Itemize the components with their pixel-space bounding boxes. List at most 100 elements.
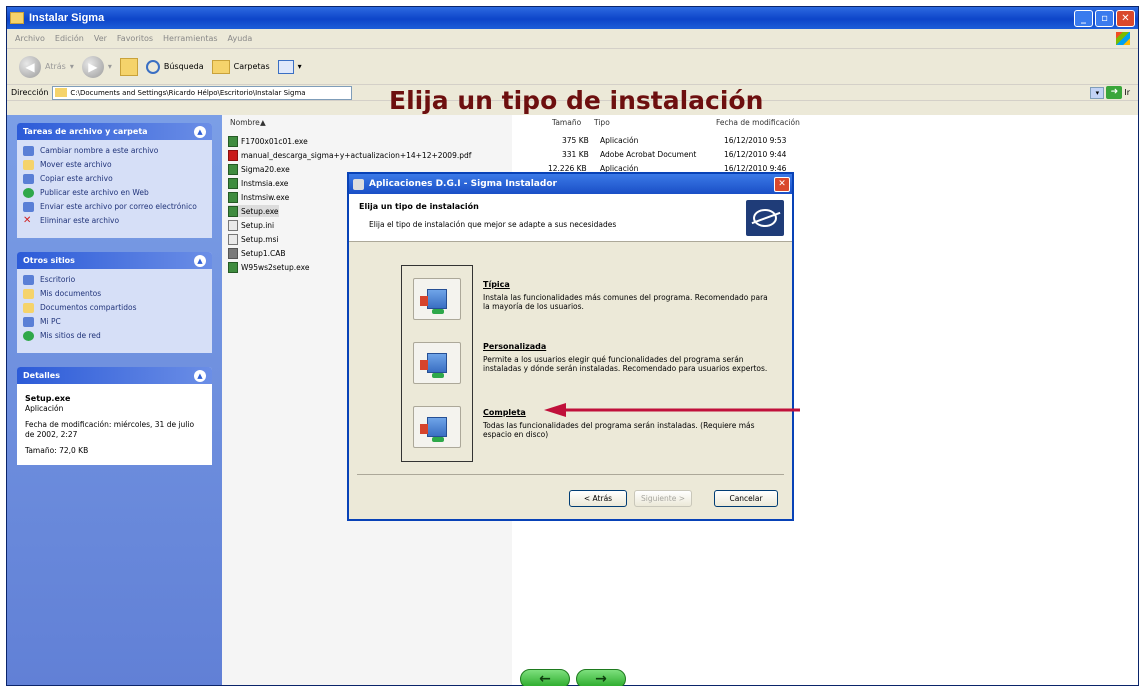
collapse-icon[interactable]: ▲	[194, 369, 206, 382]
folder-icon	[55, 88, 68, 97]
back-label: Atrás	[45, 62, 66, 71]
file-row-selected[interactable]: Setup.exe	[228, 205, 279, 217]
annotation-title: Elija un tipo de instalación	[389, 86, 764, 115]
up-folder-button[interactable]	[119, 57, 138, 76]
folders-button[interactable]: Carpetas	[211, 59, 270, 74]
collapse-icon[interactable]: ▲	[194, 254, 206, 267]
exe-file-icon	[228, 205, 238, 217]
my-documents-icon	[23, 289, 34, 299]
column-header-name[interactable]: Nombre	[230, 118, 260, 127]
task-label: Copiar este archivo	[40, 174, 113, 183]
search-button[interactable]: Búsqueda	[145, 59, 204, 74]
next-button[interactable]: Siguiente >	[634, 490, 692, 507]
file-type: Aplicación	[600, 136, 639, 145]
maximize-button[interactable]: ▫	[1095, 9, 1114, 27]
desktop-icon	[23, 275, 34, 285]
file-row[interactable]: Instmsiw.exe	[228, 191, 289, 203]
other-places-header[interactable]: Otros sitios ▲	[17, 252, 212, 269]
task-copy[interactable]: Copiar este archivo	[23, 174, 206, 184]
menu-edit[interactable]: Edición	[55, 34, 84, 43]
place-label: Documentos compartidos	[40, 303, 137, 312]
move-icon	[23, 160, 34, 170]
details-header[interactable]: Detalles ▲	[17, 367, 212, 384]
dialog-title-bar: Aplicaciones D.G.I - Sigma Instalador ✕	[349, 174, 792, 194]
menu-file[interactable]: Archivo	[15, 34, 45, 43]
dialog-close-button[interactable]: ✕	[774, 176, 790, 192]
sort-arrow-icon: ▲	[260, 118, 266, 127]
place-desktop[interactable]: Escritorio	[23, 275, 206, 285]
menu-view[interactable]: Ver	[94, 34, 107, 43]
back-button[interactable]: < Atrás	[569, 490, 627, 507]
go-arrow-icon[interactable]: ➜	[1106, 86, 1123, 99]
next-slide-button[interactable]: →	[576, 669, 626, 686]
file-row[interactable]: Instmsia.exe	[228, 177, 288, 189]
menu-tools[interactable]: Herramientas	[163, 34, 218, 43]
complete-option-desc: Todas las funcionalidades del programa s…	[483, 421, 755, 440]
collapse-icon[interactable]: ▲	[194, 125, 206, 138]
task-label: Cambiar nombre a este archivo	[40, 146, 159, 155]
computer-install-icon	[420, 353, 447, 378]
task-delete[interactable]: ✕ Eliminar este archivo	[23, 216, 206, 226]
column-header-date[interactable]: Fecha de modificación	[716, 118, 800, 127]
pdf-file-icon	[228, 149, 238, 161]
task-email[interactable]: Enviar este archivo por correo electróni…	[23, 202, 206, 212]
address-input[interactable]: C:\Documents and Settings\Ricardo Hélpo\…	[52, 85, 353, 100]
delete-icon: ✕	[23, 215, 32, 226]
place-network[interactable]: Mis sitios de red	[23, 331, 206, 341]
file-row[interactable]: Sigma20.exe	[228, 163, 290, 175]
task-move[interactable]: Mover este archivo	[23, 160, 206, 170]
cab-file-icon	[228, 247, 238, 259]
place-shared-documents[interactable]: Documentos compartidos	[23, 303, 206, 313]
task-rename[interactable]: Cambiar nombre a este archivo	[23, 146, 206, 156]
cancel-button[interactable]: Cancelar	[714, 490, 778, 507]
file-row[interactable]: manual_descarga_sigma+y+actualizacion+14…	[228, 149, 471, 161]
network-icon	[23, 331, 34, 341]
email-icon	[23, 202, 34, 212]
go-label[interactable]: Ir	[1124, 88, 1130, 97]
file-row[interactable]: F1700x01c01.exe	[228, 135, 308, 147]
custom-option-button[interactable]	[413, 342, 461, 384]
task-publish[interactable]: Publicar este archivo en Web	[23, 188, 206, 198]
details-size: Tamaño: 72,0 KB	[25, 445, 89, 455]
menu-bar: Archivo Edición Ver Favoritos Herramient…	[7, 29, 1138, 49]
views-button[interactable]: ▾	[277, 59, 302, 74]
file-row[interactable]: Setup.msi	[228, 233, 279, 245]
dialog-separator	[357, 474, 784, 475]
toolbar: ◀ Atrás ▾ ▶ ▾ Búsqueda Carpetas ▾	[7, 49, 1138, 85]
address-dropdown-button[interactable]: ▾	[1090, 86, 1105, 99]
details-filename: Setup.exe	[25, 394, 71, 403]
file-row[interactable]: Setup1.CAB	[228, 247, 286, 259]
place-my-documents[interactable]: Mis documentos	[23, 289, 206, 299]
minimize-button[interactable]: _	[1074, 9, 1093, 27]
exe-file-icon	[228, 163, 238, 175]
column-header-type[interactable]: Tipo	[594, 118, 610, 127]
forward-button[interactable]: ▶ ▾	[81, 55, 112, 78]
place-my-computer[interactable]: Mi PC	[23, 317, 206, 327]
place-label: Mis sitios de red	[40, 331, 101, 340]
complete-option-button[interactable]	[413, 406, 461, 448]
back-button[interactable]: ◀ Atrás ▾	[19, 55, 74, 78]
file-name: F1700x01c01.exe	[241, 136, 308, 146]
search-icon	[145, 59, 160, 74]
slide-navigation: ← →	[520, 669, 632, 686]
complete-option-title: Completa	[483, 408, 526, 417]
close-button[interactable]: ✕	[1116, 9, 1135, 27]
menu-favorites[interactable]: Favoritos	[117, 34, 153, 43]
previous-slide-button[interactable]: ←	[520, 669, 570, 686]
computer-icon	[23, 317, 34, 327]
menu-help[interactable]: Ayuda	[228, 34, 253, 43]
file-name: Setup.ini	[241, 220, 275, 230]
other-places-title: Otros sitios	[23, 256, 75, 265]
file-row[interactable]: W95ws2setup.exe	[228, 261, 309, 273]
place-label: Mi PC	[40, 317, 61, 326]
title-bar: Instalar Sigma _ ▫ ✕	[7, 7, 1138, 29]
file-name: Setup.msi	[241, 234, 279, 244]
typical-option-button[interactable]	[413, 278, 461, 320]
tasks-section-header[interactable]: Tareas de archivo y carpeta ▲	[17, 123, 212, 140]
column-header-size[interactable]: Tamaño	[552, 118, 581, 127]
folders-label: Carpetas	[233, 62, 270, 71]
file-row[interactable]: Setup.ini	[228, 219, 274, 231]
file-name: Setup1.CAB	[241, 248, 286, 258]
task-label: Eliminar este archivo	[40, 216, 120, 225]
file-type: Adobe Acrobat Document	[600, 150, 697, 159]
